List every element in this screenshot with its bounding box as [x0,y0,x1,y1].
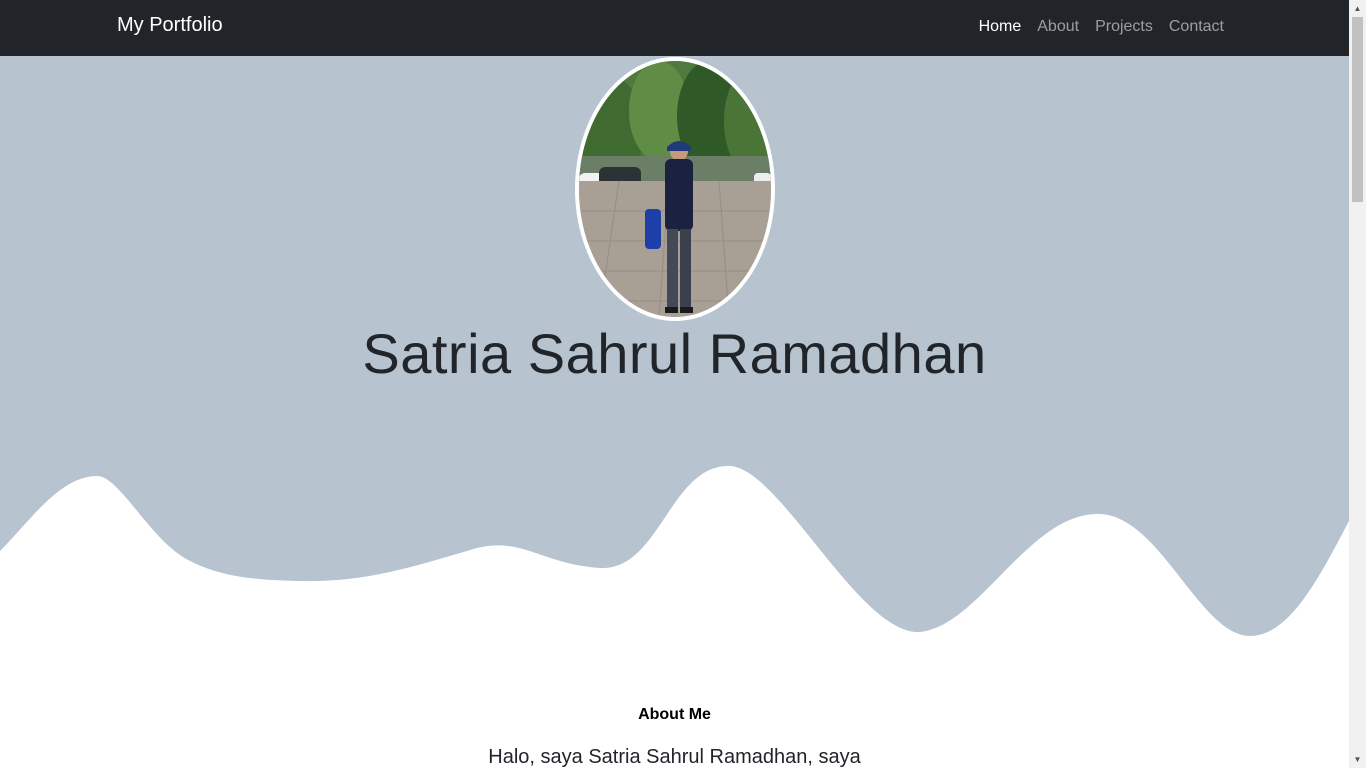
scroll-up-arrow-icon[interactable]: ▲ [1349,0,1366,17]
about-text: Halo, saya Satria Sahrul Ramadhan, saya [488,746,861,768]
hero-section: Satria Sahrul Ramadhan [0,56,1349,656]
profile-photo-image [579,61,771,317]
vertical-scrollbar[interactable]: ▲ ▼ [1349,0,1366,768]
nav-link-contact[interactable]: Contact [1169,18,1224,36]
navbar: My Portfolio Home About Projects Contact [0,0,1349,56]
scrollbar-thumb[interactable] [1352,17,1363,202]
profile-photo [575,57,775,321]
nav-link-home[interactable]: Home [979,18,1022,36]
page: My Portfolio Home About Projects Contact [0,0,1349,768]
nav-links: Home About Projects Contact [979,18,1224,36]
nav-link-about[interactable]: About [1037,18,1079,36]
brand-link[interactable]: My Portfolio [117,14,223,37]
hero-name: Satria Sahrul Ramadhan [362,322,987,385]
scroll-down-arrow-icon[interactable]: ▼ [1349,751,1366,768]
nav-link-projects[interactable]: Projects [1095,18,1153,36]
about-title: About Me [638,706,711,723]
